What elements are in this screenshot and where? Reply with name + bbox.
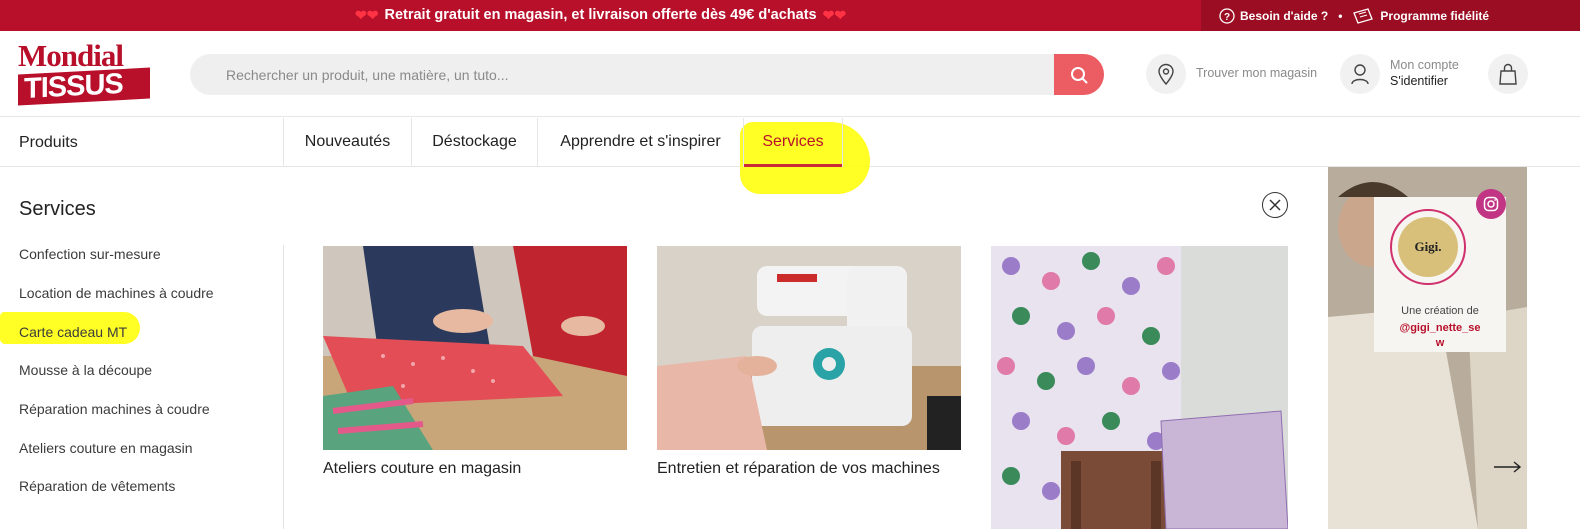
cart-button[interactable] — [1488, 54, 1528, 94]
arrow-right-icon[interactable] — [1493, 461, 1523, 473]
close-button[interactable] — [1262, 192, 1288, 218]
creator-avatar-ring: Gigi. — [1390, 209, 1466, 285]
promo-message: ❤❤ Retrait gratuit en magasin, et livrai… — [355, 0, 846, 31]
ticket-icon — [1353, 7, 1374, 24]
brand-logo[interactable]: Mondial TISSUS — [18, 40, 150, 106]
services-link-location[interactable]: Location de machines à coudre — [19, 285, 214, 301]
close-icon — [1269, 199, 1281, 211]
heart-icon: ❤❤ — [355, 7, 379, 23]
svg-text:?: ? — [1224, 12, 1230, 23]
creator-handle: @gigi_nette_se w — [1399, 322, 1481, 349]
main-nav: Produits Nouveautés Déstockage Apprendre… — [0, 118, 1580, 194]
panel-divider — [283, 245, 284, 529]
question-icon: ? — [1219, 7, 1235, 24]
site-header: Mondial TISSUS Trouver mon magasin Mon c… — [0, 31, 1580, 117]
card-caption: Entretien et réparation de vos machines — [657, 460, 940, 477]
heart-icon: ❤❤ — [822, 7, 847, 23]
services-link-reparation-vetements[interactable]: Réparation de vêtements — [19, 478, 175, 494]
service-card-ateliers[interactable]: Ateliers couture en magasin — [323, 246, 627, 478]
service-card-entretien[interactable]: Entretien et réparation de vos machines — [657, 246, 961, 478]
search-bar — [190, 54, 1104, 95]
panel-title: Services — [19, 198, 96, 220]
creator-caption: Une création de — [1401, 305, 1479, 317]
user-icon — [1351, 64, 1369, 85]
instagram-promo[interactable]: Gigi. Une création de @gigi_nette_se w — [1328, 167, 1527, 529]
nav-item-nouveautes[interactable]: Nouveautés — [283, 118, 411, 167]
nav-item-destockage[interactable]: Déstockage — [411, 118, 537, 167]
service-card-confection[interactable] — [991, 246, 1288, 529]
card-caption: Ateliers couture en magasin — [323, 460, 522, 477]
instagram-badge — [1476, 189, 1506, 219]
services-link-confection[interactable]: Confection sur-mesure — [19, 246, 161, 262]
account-label: Mon compte — [1390, 58, 1459, 72]
store-locator-button[interactable] — [1146, 54, 1186, 94]
nav-item-apprendre[interactable]: Apprendre et s'inspirer — [537, 118, 743, 167]
nav-products[interactable]: Produits — [19, 118, 78, 167]
nav-item-services[interactable]: Services — [743, 118, 843, 167]
card-image-entretien — [657, 246, 961, 450]
search-input[interactable] — [190, 54, 1050, 95]
instagram-icon — [1483, 196, 1499, 212]
location-pin-icon — [1158, 63, 1174, 85]
login-link[interactable]: S'identifier — [1390, 74, 1448, 88]
promo-text: Retrait gratuit en magasin, et livraison… — [384, 7, 817, 23]
card-image-confection — [991, 246, 1288, 529]
account-button[interactable] — [1340, 54, 1380, 94]
nav-item-services-label: Services — [762, 133, 824, 150]
search-button[interactable] — [1054, 54, 1104, 95]
services-link-reparation-machines[interactable]: Réparation machines à coudre — [19, 401, 210, 417]
creator-avatar: Gigi. — [1398, 217, 1458, 277]
services-link-ateliers[interactable]: Ateliers couture en magasin — [19, 440, 193, 456]
top-promo-bar: ❤❤ Retrait gratuit en magasin, et livrai… — [0, 0, 1580, 31]
store-locator-link[interactable]: Trouver mon magasin — [1196, 66, 1317, 80]
help-link[interactable]: ? Besoin d'aide ? — [1219, 7, 1328, 24]
shopping-bag-icon — [1499, 63, 1517, 85]
card-image-ateliers — [323, 246, 627, 450]
active-tab-underline — [744, 164, 842, 167]
services-link-carte-cadeau[interactable]: Carte cadeau MT — [19, 324, 127, 340]
services-link-mousse[interactable]: Mousse à la découpe — [19, 362, 152, 378]
loyalty-link[interactable]: Programme fidélité — [1352, 7, 1489, 24]
topbar-links: ? Besoin d'aide ? • Programme fidélité — [1201, 0, 1580, 31]
search-icon — [1071, 66, 1088, 83]
